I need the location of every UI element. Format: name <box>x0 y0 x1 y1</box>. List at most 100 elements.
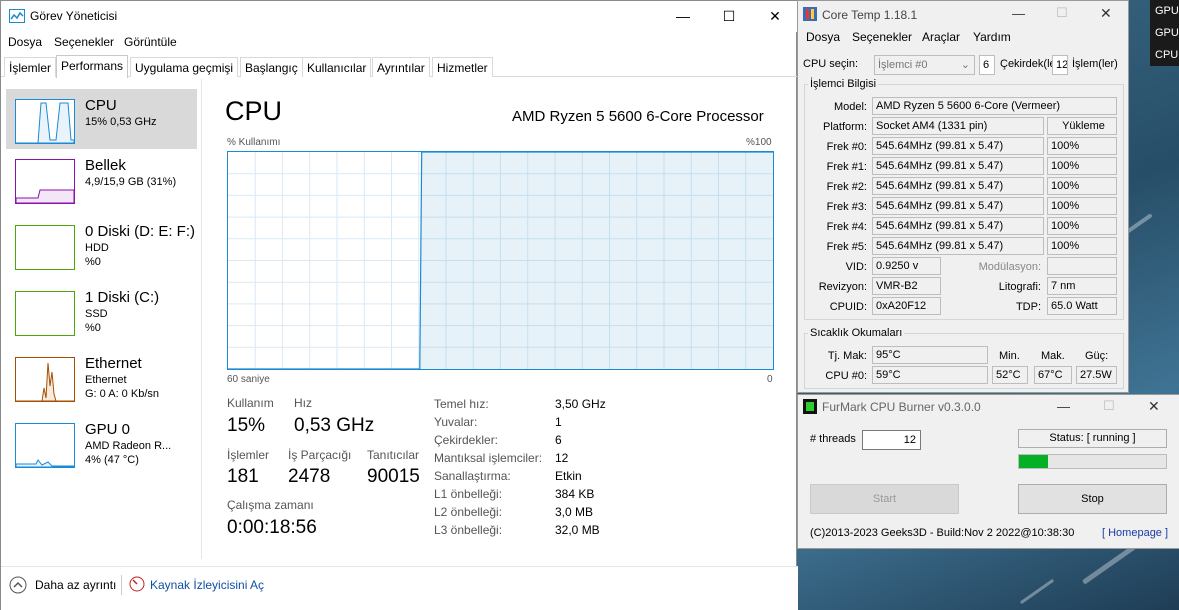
threads-label: İşlem(ler) <box>1072 58 1118 70</box>
resource-ethernet[interactable]: Ethernet Ethernet G: 0 A: 0 Kb/sn <box>6 347 197 407</box>
menu-options[interactable]: Seçenekler <box>54 35 114 49</box>
spec-value: 3,0 MB <box>555 505 594 519</box>
cpu-select-label: CPU seçin: <box>803 58 859 70</box>
freq-value: 545.64MHz (99.81 x 5.47) <box>872 237 1044 255</box>
resource-gpu[interactable]: GPU 0 AMD Radeon R... 4% (47 °C) <box>6 413 197 473</box>
spec-value: 6 <box>555 433 562 447</box>
menu-options[interactable]: Seçenekler <box>852 30 912 44</box>
minimize-button[interactable]: — <box>660 1 706 32</box>
open-resource-monitor-link[interactable]: Kaynak İzleyicisini Aç <box>150 578 264 592</box>
tab-processes[interactable]: İşlemler <box>4 57 57 77</box>
desktop-gadget-gpu[interactable]: GPU <box>1150 0 1179 22</box>
resource-name: 1 Diski (C:) <box>85 289 160 306</box>
freq-value: 545.64MHz (99.81 x 5.47) <box>872 217 1044 235</box>
resource-memory[interactable]: Bellek 4,9/15,9 GB (31%) <box>6 149 197 209</box>
resource-name: Bellek <box>85 157 126 174</box>
close-button[interactable]: ✕ <box>1148 398 1160 415</box>
model-value: AMD Ryzen 5 5600 6-Core (Vermeer) <box>872 97 1117 115</box>
desktop-gadget-gpu[interactable]: GPU <box>1150 22 1179 44</box>
cpu-model-name: AMD Ryzen 5 5600 6-Core Processor <box>512 108 764 125</box>
resource-list: CPU 15% 0,53 GHz Bellek 4,9/15,9 GB (31%… <box>1 79 201 549</box>
load-value: 100% <box>1047 237 1117 255</box>
progress-fill <box>1019 455 1049 468</box>
speed-value: 0,53 GHz <box>294 415 375 436</box>
freq-value: 545.64MHz (99.81 x 5.47) <box>872 197 1044 215</box>
tab-startup[interactable]: Başlangıç <box>240 57 303 77</box>
cores-label: Çekirdek(le <box>1000 58 1056 70</box>
processes-label: İşlemler <box>227 448 270 462</box>
chevron-up-icon[interactable] <box>9 576 27 594</box>
threads-value: 2478 <box>288 466 331 487</box>
window-title: FurMark CPU Burner v0.3.0.0 <box>822 400 981 414</box>
resource-cpu[interactable]: CPU 15% 0,53 GHz <box>6 89 197 149</box>
menu-tools[interactable]: Araçlar <box>922 30 960 44</box>
menu-file[interactable]: Dosya <box>8 35 42 49</box>
title-bar[interactable]: Görev Yöneticisi — ☐ ✕ <box>1 1 798 32</box>
load-value: 100% <box>1047 157 1117 175</box>
threads-count: 12 <box>1052 55 1068 75</box>
maximize-button[interactable]: ☐ <box>1056 5 1068 21</box>
start-button[interactable]: Start <box>810 484 959 514</box>
group-title: Sıcaklık Okumaları <box>808 327 905 339</box>
tab-bar: İşlemler Performans Uygulama geçmişi Baş… <box>1 55 798 78</box>
pane-divider[interactable] <box>201 79 202 559</box>
tab-app-history[interactable]: Uygulama geçmişi <box>130 57 239 77</box>
cpu-heading: CPU <box>225 96 283 126</box>
spec-label: L2 önbelleği: <box>434 505 503 519</box>
spec-label: Yuvalar: <box>434 415 478 429</box>
disk-thumbnail-graph <box>15 291 75 336</box>
resource-disk-1[interactable]: 1 Diski (C:) SSD %0 <box>6 281 197 341</box>
cores-count: 6 <box>979 55 995 75</box>
cpu-select-dropdown[interactable]: İşlemci #0 ⌄ <box>874 55 975 75</box>
freq-value: 545.64MHz (99.81 x 5.47) <box>872 137 1044 155</box>
handles-value: 90015 <box>367 466 420 487</box>
spec-label: Sanallaştırma: <box>434 469 511 483</box>
revision-value: VMR-B2 <box>872 277 941 295</box>
load-value: 100% <box>1047 197 1117 215</box>
freq-value: 545.64MHz (99.81 x 5.47) <box>872 177 1044 195</box>
freq-label: Frek #4: <box>826 221 867 233</box>
furmark-window: FurMark CPU Burner v0.3.0.0 — ☐ ✕ # thre… <box>797 394 1179 549</box>
resource-detail: HDD <box>85 242 109 254</box>
tdp-label: TDP: <box>1015 301 1041 313</box>
tab-performance[interactable]: Performans <box>56 55 129 78</box>
desktop-gadget-cpu[interactable]: CPU <box>1150 44 1179 66</box>
window-title: Core Temp 1.18.1 <box>822 8 918 22</box>
homepage-link[interactable]: [ Homepage ] <box>1102 527 1168 539</box>
maximize-button[interactable]: ☐ <box>1103 398 1115 414</box>
resource-name: GPU 0 <box>85 421 131 438</box>
close-button[interactable]: ✕ <box>1100 5 1112 22</box>
resource-detail: %0 <box>85 256 101 268</box>
menu-file[interactable]: Dosya <box>806 30 840 44</box>
power-header: Güç: <box>1085 350 1109 362</box>
resource-detail: 15% 0,53 GHz <box>85 116 157 128</box>
resource-detail: 4% (47 °C) <box>85 454 139 466</box>
minimize-button[interactable]: — <box>1012 6 1025 21</box>
core-temp-window: Core Temp 1.18.1 — ☐ ✕ Dosya Seçenekler … <box>797 0 1129 393</box>
threads-input[interactable]: 12 <box>862 430 921 450</box>
tab-users[interactable]: Kullanıcılar <box>302 57 372 77</box>
tab-services[interactable]: Hizmetler <box>432 57 493 77</box>
graph-max-label: %100 <box>746 137 772 148</box>
spec-value: 32,0 MB <box>555 523 600 537</box>
resource-monitor-icon[interactable] <box>129 576 145 592</box>
tjmax-label: Tj. Mak: <box>827 350 867 362</box>
menu-help[interactable]: Yardım <box>973 30 1011 44</box>
resource-disk-0[interactable]: 0 Diski (D: E: F:) HDD %0 <box>6 215 197 275</box>
resource-detail: SSD <box>85 308 108 320</box>
close-button[interactable]: ✕ <box>752 1 798 32</box>
tab-details[interactable]: Ayrıntılar <box>372 57 430 77</box>
fewer-details-link[interactable]: Daha az ayrıntı <box>35 578 116 592</box>
lithography-label: Litografi: <box>998 281 1041 293</box>
modulation-value <box>1047 257 1117 275</box>
cpu-usage-chart <box>228 151 773 370</box>
minimize-button[interactable]: — <box>1057 399 1070 414</box>
maximize-button[interactable]: ☐ <box>706 1 752 32</box>
stop-button[interactable]: Stop <box>1018 484 1167 514</box>
resource-detail: %0 <box>85 322 101 334</box>
tjmax-value: 95°C <box>872 346 988 364</box>
cpu0-max: 67°C <box>1034 366 1072 384</box>
menu-view[interactable]: Görüntüle <box>124 35 177 49</box>
platform-value: Socket AM4 (1331 pin) <box>872 117 1044 135</box>
freq-label: Frek #2: <box>826 181 867 193</box>
